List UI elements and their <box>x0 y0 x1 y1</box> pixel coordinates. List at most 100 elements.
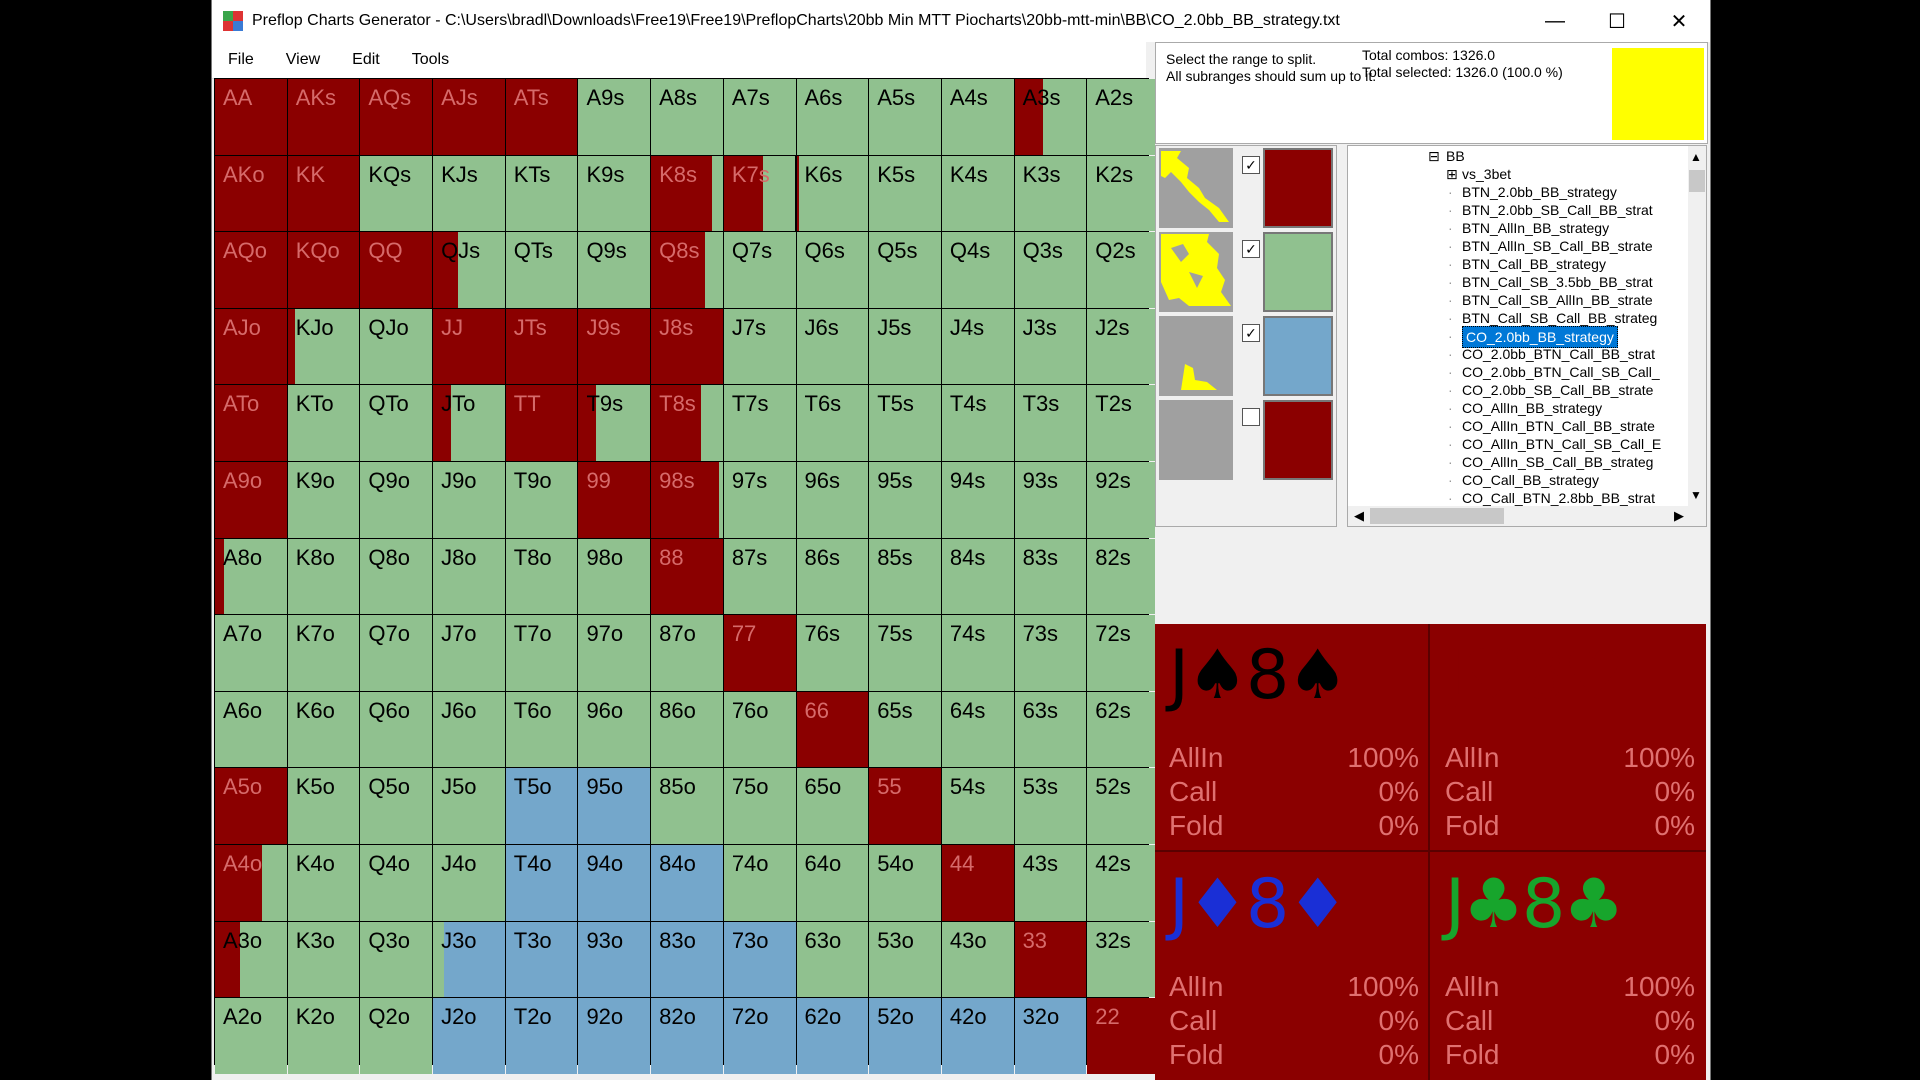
hand-cell[interactable]: 32o <box>1014 998 1087 1074</box>
hand-cell[interactable]: 63s <box>1014 691 1087 768</box>
hand-cell[interactable]: 87s <box>723 538 796 615</box>
hand-cell[interactable]: 53s <box>1014 768 1087 844</box>
tree-group-toggle[interactable]: ⊞ <box>1446 164 1458 184</box>
tree-item-strategy[interactable]: CO_Call_BB_strategy <box>1462 470 1599 490</box>
hand-cell[interactable]: KTs <box>505 155 578 232</box>
hand-cell[interactable]: 86s <box>796 538 869 615</box>
hand-cell[interactable]: J8o <box>433 538 505 615</box>
hand-cell[interactable]: Q8s <box>651 232 723 308</box>
menu-view[interactable]: View <box>270 51 336 69</box>
menu-edit[interactable]: Edit <box>336 51 396 69</box>
tree-horizontal-scrollbar[interactable]: ◀ ▶ <box>1348 506 1706 526</box>
hand-cell[interactable]: K5o <box>287 768 360 844</box>
subrange-color-swatch[interactable] <box>1263 400 1333 480</box>
hand-cell[interactable]: T9s <box>578 385 651 461</box>
tree-vertical-scrollbar[interactable]: ▲ ▼ <box>1688 146 1706 506</box>
hand-cell[interactable]: K2o <box>287 998 360 1074</box>
tree-item-strategy[interactable]: BTN_Call_SB_AllIn_BB_strate <box>1462 290 1653 310</box>
hand-cell[interactable]: K8s <box>651 155 723 232</box>
subrange-checkbox[interactable] <box>1242 408 1260 426</box>
hand-cell[interactable]: ATs <box>505 79 578 155</box>
hand-cell[interactable]: K9o <box>287 461 360 538</box>
hand-cell[interactable]: AQs <box>360 79 433 155</box>
hand-cell[interactable]: 93o <box>578 921 651 998</box>
hand-cell[interactable]: J6s <box>796 308 869 385</box>
subrange-checkbox[interactable]: ✓ <box>1242 156 1260 174</box>
hand-cell[interactable]: K7s <box>723 155 796 232</box>
hand-cell[interactable]: 86o <box>651 691 723 768</box>
minimize-button[interactable]: — <box>1524 0 1586 42</box>
tree-item-strategy[interactable]: BTN_Call_SB_Call_BB_strateg <box>1462 308 1657 328</box>
hand-cell[interactable]: KTo <box>287 385 360 461</box>
hand-cell[interactable]: Q4s <box>941 232 1014 308</box>
hand-cell[interactable]: T7o <box>505 615 578 691</box>
hand-cell[interactable]: 87o <box>651 615 723 691</box>
hand-cell[interactable]: T5o <box>505 768 578 844</box>
subrange-color-swatch[interactable] <box>1263 148 1333 228</box>
hand-cell[interactable]: 55 <box>869 768 941 844</box>
hand-cell[interactable]: AQo <box>215 232 287 308</box>
hand-cell[interactable]: 32s <box>1087 921 1159 998</box>
hand-cell[interactable]: 44 <box>941 844 1014 921</box>
hand-cell[interactable]: 98o <box>578 538 651 615</box>
hand-cell[interactable]: AKo <box>215 155 287 232</box>
tree-root-toggle[interactable]: ⊟ <box>1428 146 1440 166</box>
hand-cell[interactable]: A4s <box>941 79 1014 155</box>
subrange-row-fold[interactable]: ✓ <box>1159 316 1333 398</box>
tree-item-strategy[interactable]: BTN_AllIn_BB_strategy <box>1462 218 1609 238</box>
hand-cell[interactable]: 22 <box>1087 998 1159 1074</box>
hand-cell[interactable]: A2s <box>1087 79 1159 155</box>
hand-cell[interactable]: 92o <box>578 998 651 1074</box>
hand-cell[interactable]: 83s <box>1014 538 1087 615</box>
close-button[interactable]: ✕ <box>1648 0 1710 42</box>
tree-item-strategy[interactable]: CO_AllIn_BTN_Call_BB_strate <box>1462 416 1655 436</box>
combo-box[interactable]: J♠8♠ AllIn 100% Call 0% Fold 0% <box>1155 624 1428 850</box>
hand-cell[interactable]: T3o <box>505 921 578 998</box>
hand-cell[interactable]: T6o <box>505 691 578 768</box>
hand-cell[interactable]: AJo <box>215 308 287 385</box>
hand-cell[interactable]: 95s <box>869 461 941 538</box>
hand-cell[interactable]: KJs <box>433 155 505 232</box>
hand-cell[interactable]: A4o <box>215 844 287 921</box>
tree-horizontal-scroll-thumb[interactable] <box>1370 508 1504 524</box>
hand-cell[interactable]: AKs <box>287 79 360 155</box>
hand-cell[interactable]: A5o <box>215 768 287 844</box>
hand-cell[interactable]: J5o <box>433 768 505 844</box>
hand-cell[interactable]: J4s <box>941 308 1014 385</box>
hand-cell[interactable]: 75s <box>869 615 941 691</box>
hand-cell[interactable]: 97o <box>578 615 651 691</box>
subrange-checkbox[interactable]: ✓ <box>1242 240 1260 258</box>
hand-cell[interactable]: QTo <box>360 385 433 461</box>
hand-cell[interactable]: 63o <box>796 921 869 998</box>
hand-cell[interactable]: T2o <box>505 998 578 1074</box>
subrange-row-empty[interactable] <box>1159 400 1333 482</box>
tree-item-strategy[interactable]: CO_AllIn_BTN_Call_SB_Call_E <box>1462 434 1661 454</box>
hand-cell[interactable]: QQ <box>360 232 433 308</box>
hand-cell[interactable]: 64s <box>941 691 1014 768</box>
hand-cell[interactable]: 73s <box>1014 615 1087 691</box>
hand-cell[interactable]: 42o <box>941 998 1014 1074</box>
hand-cell[interactable]: KJo <box>287 308 360 385</box>
hand-cell[interactable]: Q7o <box>360 615 433 691</box>
hand-cell[interactable]: 88 <box>651 538 723 615</box>
hand-cell[interactable]: 33 <box>1014 921 1087 998</box>
hand-cell[interactable]: T3s <box>1014 385 1087 461</box>
hand-cell[interactable]: 43s <box>1014 844 1087 921</box>
hand-cell[interactable]: 74o <box>723 844 796 921</box>
hand-cell[interactable]: JTo <box>433 385 505 461</box>
hand-cell[interactable]: 76o <box>723 691 796 768</box>
selected-range-color-swatch[interactable] <box>1612 48 1704 140</box>
scroll-up-icon[interactable]: ▲ <box>1690 150 1702 164</box>
subrange-row-allin[interactable]: ✓ <box>1159 148 1333 230</box>
tree-item-strategy[interactable]: CO_AllIn_SB_Call_BB_strateg <box>1462 452 1653 472</box>
hand-cell[interactable]: Q8o <box>360 538 433 615</box>
hand-cell[interactable]: 62s <box>1087 691 1159 768</box>
menu-tools[interactable]: Tools <box>396 51 465 69</box>
hand-cell[interactable]: JJ <box>433 308 505 385</box>
hand-cell[interactable]: Q3s <box>1014 232 1087 308</box>
hand-cell[interactable]: T8s <box>651 385 723 461</box>
hand-cell[interactable]: K9s <box>578 155 651 232</box>
hand-cell[interactable]: 76s <box>796 615 869 691</box>
hand-cell[interactable]: Q2o <box>360 998 433 1074</box>
hand-cell[interactable]: ATo <box>215 385 287 461</box>
